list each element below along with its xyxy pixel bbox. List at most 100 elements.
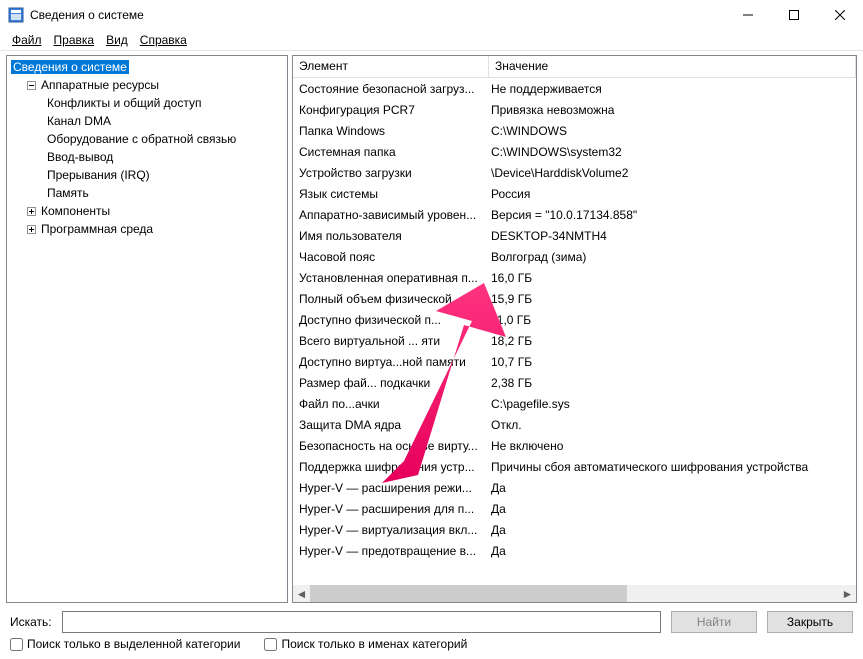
tree-components[interactable]: Компоненты [7,202,287,220]
list-row[interactable]: Конфигурация PCR7Привязка невозможна [293,99,856,120]
cell-element: Защита DMA ядра [293,418,489,432]
list-row[interactable]: Язык системыРоссия [293,183,856,204]
cell-value: 15,9 ГБ [489,292,856,306]
list-body[interactable]: Состояние безопасной загруз...Не поддерж… [293,78,856,585]
cell-element: Доступно виртуа...ной памяти [293,355,489,369]
list-row[interactable]: Папка WindowsC:\WINDOWS [293,120,856,141]
tree-memory[interactable]: Память [7,184,287,202]
list-row[interactable]: Hyper-V — расширения для п...Да [293,498,856,519]
horizontal-scrollbar[interactable]: ◄ ► [293,585,856,602]
close-button[interactable] [817,0,863,30]
menu-edit[interactable]: Правка [48,33,101,47]
list-row[interactable]: Системная папкаC:\WINDOWS\system32 [293,141,856,162]
scroll-left-icon[interactable]: ◄ [293,585,310,602]
list-row[interactable]: Безопасность на основе вирту...Не включе… [293,435,856,456]
list-row[interactable]: Всего виртуальной ... яти18,2 ГБ [293,330,856,351]
tree-io[interactable]: Ввод-вывод [7,148,287,166]
cell-value: Откл. [489,418,856,432]
menu-help[interactable]: Справка [134,33,193,47]
list-row[interactable]: Hyper-V — предотвращение в...Да [293,540,856,561]
list-row[interactable]: Hyper-V — виртуализация вкл...Да [293,519,856,540]
titlebar: Сведения о системе [0,0,863,30]
cell-element: Состояние безопасной загруз... [293,82,489,96]
list-row[interactable]: Имя пользователяDESKTOP-34NMTH4 [293,225,856,246]
cell-value: Причины сбоя автоматического шифрования … [489,460,856,474]
cell-element: Hyper-V — расширения для п... [293,502,489,516]
cell-element: Язык системы [293,187,489,201]
window-title: Сведения о системе [30,8,725,22]
search-input[interactable] [62,611,661,633]
cell-element: Имя пользователя [293,229,489,243]
list-header: Элемент Значение [293,56,856,78]
column-value[interactable]: Значение [489,56,856,77]
cell-element: Папка Windows [293,124,489,138]
cell-value: Да [489,481,856,495]
chk-names-only[interactable]: Поиск только в именах категорий [264,637,467,651]
cell-element: Устройство загрузки [293,166,489,180]
cell-value: Да [489,544,856,558]
tree-hardware-resources[interactable]: Аппаратные ресурсы [7,76,287,94]
expand-icon[interactable] [25,223,37,235]
cell-element: Полный объем физической ... [293,292,489,306]
cell-element: Часовой пояс [293,250,489,264]
search-label: Искать: [10,615,52,629]
menubar: Файл Правка Вид Справка [0,30,863,50]
list-row[interactable]: Полный объем физической ...15,9 ГБ [293,288,856,309]
cell-value: Волгоград (зима) [489,250,856,264]
menu-view[interactable]: Вид [100,33,134,47]
tree-panel[interactable]: Сведения о системе Аппаратные ресурсы Ко… [6,55,288,603]
cell-element: Доступно физической п... [293,313,489,327]
list-panel: Элемент Значение Состояние безопасной за… [292,55,857,603]
list-row[interactable]: Установленная оперативная п...16,0 ГБ [293,267,856,288]
column-element[interactable]: Элемент [293,56,489,77]
chk-selected-category[interactable]: Поиск только в выделенной категории [10,637,240,651]
scroll-thumb[interactable] [310,585,627,602]
cell-element: Hyper-V — расширения режи... [293,481,489,495]
cell-value: Не поддерживается [489,82,856,96]
tree-root-system-summary[interactable]: Сведения о системе [7,58,287,76]
tree-forced-hardware[interactable]: Оборудование с обратной связью [7,130,287,148]
app-icon [8,7,24,23]
list-row[interactable]: Размер фай... подкачки2,38 ГБ [293,372,856,393]
chk-names-only-box[interactable] [264,638,277,651]
list-row[interactable]: Часовой поясВолгоград (зима) [293,246,856,267]
maximize-button[interactable] [771,0,817,30]
collapse-icon[interactable] [25,79,37,91]
list-row[interactable]: Аппаратно-зависимый уровен...Версия = "1… [293,204,856,225]
cell-value: Да [489,523,856,537]
search-options: Поиск только в выделенной категории Поис… [0,637,863,659]
cell-value: Привязка невозможна [489,103,856,117]
tree-dma[interactable]: Канал DMA [7,112,287,130]
cell-value: C:\WINDOWS [489,124,856,138]
cell-element: Безопасность на основе вирту... [293,439,489,453]
menu-file[interactable]: Файл [6,33,48,47]
scroll-right-icon[interactable]: ► [839,585,856,602]
expand-icon[interactable] [25,205,37,217]
tree-conflicts[interactable]: Конфликты и общий доступ [7,94,287,112]
cell-element: Hyper-V — предотвращение в... [293,544,489,558]
list-row[interactable]: Hyper-V — расширения режи...Да [293,477,856,498]
tree-irq[interactable]: Прерывания (IRQ) [7,166,287,184]
chk-selected-category-box[interactable] [10,638,23,651]
find-button[interactable]: Найти [671,611,757,633]
cell-element: Установленная оперативная п... [293,271,489,285]
cell-value: 16,0 ГБ [489,271,856,285]
cell-value: Версия = "10.0.17134.858" [489,208,856,222]
list-row[interactable]: Защита DMA ядраОткл. [293,414,856,435]
list-row[interactable]: Состояние безопасной загруз...Не поддерж… [293,78,856,99]
cell-element: Hyper-V — виртуализация вкл... [293,523,489,537]
minimize-button[interactable] [725,0,771,30]
close-search-button[interactable]: Закрыть [767,611,853,633]
tree-software-env[interactable]: Программная среда [7,220,287,238]
cell-element: Всего виртуальной ... яти [293,334,489,348]
list-row[interactable]: Файл по...ачкиC:\pagefile.sys [293,393,856,414]
cell-element: Файл по...ачки [293,397,489,411]
list-row[interactable]: Поддержка шифрования устр...Причины сбоя… [293,456,856,477]
list-row[interactable]: Устройство загрузки\Device\HarddiskVolum… [293,162,856,183]
cell-value: \Device\HarddiskVolume2 [489,166,856,180]
list-row[interactable]: Доступно физической п...11,0 ГБ [293,309,856,330]
cell-element: Конфигурация PCR7 [293,103,489,117]
list-row[interactable]: Доступно виртуа...ной памяти10,7 ГБ [293,351,856,372]
cell-element: Аппаратно-зависимый уровен... [293,208,489,222]
cell-element: Системная папка [293,145,489,159]
